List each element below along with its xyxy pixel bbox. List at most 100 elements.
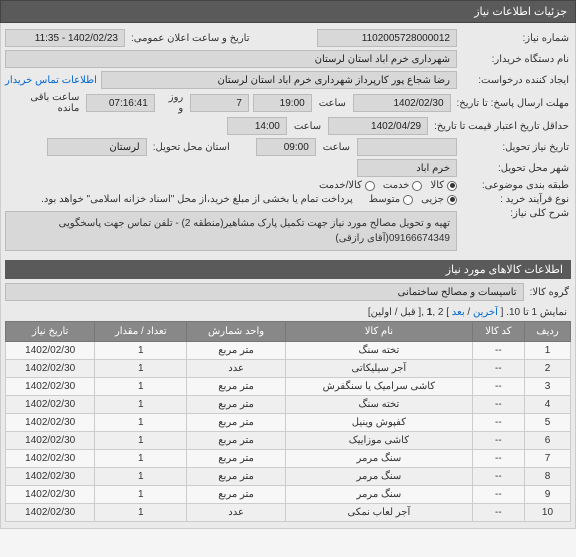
cell-date: 1402/02/30 — [6, 504, 95, 522]
table-header-row: ردیف کد کالا نام کالا واحد شمارش تعداد /… — [6, 322, 571, 342]
radio-icon — [412, 181, 422, 191]
cell-date: 1402/02/30 — [6, 396, 95, 414]
col-date: تاریخ نیاز — [6, 322, 95, 342]
cell-n: 9 — [524, 486, 570, 504]
cell-n: 8 — [524, 468, 570, 486]
cell-name: کفپوش وینیل — [285, 414, 472, 432]
category-label: طبقه بندی موضوعی: — [461, 180, 571, 191]
announce-label: تاریخ و ساعت اعلان عمومی: — [129, 33, 252, 44]
deadline-label: مهلت ارسال پاسخ: تا تاریخ: — [455, 98, 571, 109]
table-row: 8--سنگ مرمرمتر مربع11402/02/30 — [6, 468, 571, 486]
days-remain: 7 — [190, 94, 249, 112]
table-row: 7--سنگ مرمرمتر مربع11402/02/30 — [6, 450, 571, 468]
cell-date: 1402/02/30 — [6, 486, 95, 504]
cell-unit: متر مربع — [187, 468, 286, 486]
deadline-hour: 19:00 — [253, 94, 312, 112]
pager-last[interactable]: آخرین — [473, 307, 498, 318]
cell-qty: 1 — [95, 432, 187, 450]
time-remain: 07:16:41 — [86, 94, 154, 112]
radio-icon — [447, 195, 457, 205]
desc-label: شرح کلی نیاز: — [461, 208, 571, 219]
cell-date: 1402/02/30 — [6, 378, 95, 396]
cell-n: 4 — [524, 396, 570, 414]
purchase-radios: جزیی متوسط — [369, 194, 457, 205]
col-unit: واحد شمارش — [187, 322, 286, 342]
cell-unit: متر مربع — [187, 486, 286, 504]
cell-qty: 1 — [95, 360, 187, 378]
cell-code: -- — [472, 342, 524, 360]
cell-name: سنگ مرمر — [285, 450, 472, 468]
purchase-radio-medium[interactable]: متوسط — [369, 194, 413, 205]
cell-code: -- — [472, 378, 524, 396]
cell-unit: عدد — [187, 360, 286, 378]
city-value: خرم اباد — [357, 159, 457, 177]
contact-link[interactable]: اطلاعات تماس خریدار — [5, 75, 97, 86]
table-row: 4--تخته سنگمتر مربع11402/02/30 — [6, 396, 571, 414]
category-radios: کالا خدمت کالا/خدمت — [319, 180, 457, 191]
cell-qty: 1 — [95, 504, 187, 522]
cell-qty: 1 — [95, 468, 187, 486]
cell-code: -- — [472, 450, 524, 468]
validity-date: 1402/04/29 — [328, 117, 428, 135]
table-row: 6--کاشی موزاییکمتر مربع11402/02/30 — [6, 432, 571, 450]
cell-code: -- — [472, 468, 524, 486]
cell-code: -- — [472, 360, 524, 378]
cell-code: -- — [472, 504, 524, 522]
province-value: لرستان — [47, 138, 147, 156]
buyer-label: نام دستگاه خریدار: — [461, 54, 571, 65]
cell-name: تخته سنگ — [285, 396, 472, 414]
details-panel: شماره نیاز: 1102005728000012 تاریخ و ساع… — [0, 23, 576, 529]
cell-date: 1402/02/30 — [6, 414, 95, 432]
table-row: 9--سنگ مرمرمتر مربع11402/02/30 — [6, 486, 571, 504]
pager: نمایش 1 تا 10. [ آخرین / بعد ] 2 ,1 ,[ ق… — [5, 304, 571, 321]
validity-label: حداقل تاریخ اعتبار قیمت تا تاریخ: — [432, 121, 571, 132]
cell-date: 1402/02/30 — [6, 360, 95, 378]
cell-unit: متر مربع — [187, 432, 286, 450]
radio-icon — [447, 181, 457, 191]
cell-unit: متر مربع — [187, 450, 286, 468]
items-table: ردیف کد کالا نام کالا واحد شمارش تعداد /… — [5, 321, 571, 522]
cell-date: 1402/02/30 — [6, 468, 95, 486]
hour-label-1: ساعت — [316, 98, 349, 109]
cat-radio-service[interactable]: خدمت — [383, 180, 423, 191]
table-row: 3--کاشی سرامیک یا سنگفرشمتر مربع11402/02… — [6, 378, 571, 396]
cell-n: 6 — [524, 432, 570, 450]
days-and: روز و — [159, 92, 187, 114]
cell-qty: 1 — [95, 414, 187, 432]
cell-code: -- — [472, 414, 524, 432]
cell-qty: 1 — [95, 396, 187, 414]
group-label: گروه کالا: — [528, 287, 571, 298]
col-row: ردیف — [524, 322, 570, 342]
cell-date: 1402/02/30 — [6, 450, 95, 468]
cell-qty: 1 — [95, 486, 187, 504]
cell-n: 5 — [524, 414, 570, 432]
cell-name: تخته سنگ — [285, 342, 472, 360]
col-qty: تعداد / مقدار — [95, 322, 187, 342]
cat-radio-both[interactable]: کالا/خدمت — [319, 180, 375, 191]
hour-label-2: ساعت — [291, 121, 324, 132]
purchase-radio-minor[interactable]: جزیی — [421, 194, 457, 205]
cell-date: 1402/02/30 — [6, 342, 95, 360]
pager-next[interactable]: بعد — [452, 307, 465, 318]
cell-unit: عدد — [187, 504, 286, 522]
cell-name: سنگ مرمر — [285, 486, 472, 504]
table-row: 2--آجر سیلیکاتیعدد11402/02/30 — [6, 360, 571, 378]
cell-n: 10 — [524, 504, 570, 522]
cell-unit: متر مربع — [187, 378, 286, 396]
province-label: استان محل تحویل: — [151, 142, 232, 153]
cat-radio-goods[interactable]: کالا — [430, 180, 457, 191]
hour-label-3: ساعت — [320, 142, 353, 153]
deadline-date: 1402/02/30 — [353, 94, 451, 112]
requester-label: ایجاد کننده درخواست: — [461, 75, 571, 86]
cell-code: -- — [472, 396, 524, 414]
cell-n: 1 — [524, 342, 570, 360]
cell-name: کاشی موزاییک — [285, 432, 472, 450]
cell-qty: 1 — [95, 378, 187, 396]
buyer-value: شهرداری خرم اباد استان لرستان — [5, 50, 457, 68]
cell-name: آجر سیلیکاتی — [285, 360, 472, 378]
group-value: تاسیسات و مصالح ساختمانی — [5, 283, 524, 301]
delivery-date-label: تاریخ نیاز تحویل: — [461, 142, 571, 153]
table-row: 5--کفپوش وینیلمتر مربع11402/02/30 — [6, 414, 571, 432]
radio-icon — [365, 181, 375, 191]
req-no-value: 1102005728000012 — [317, 29, 457, 47]
